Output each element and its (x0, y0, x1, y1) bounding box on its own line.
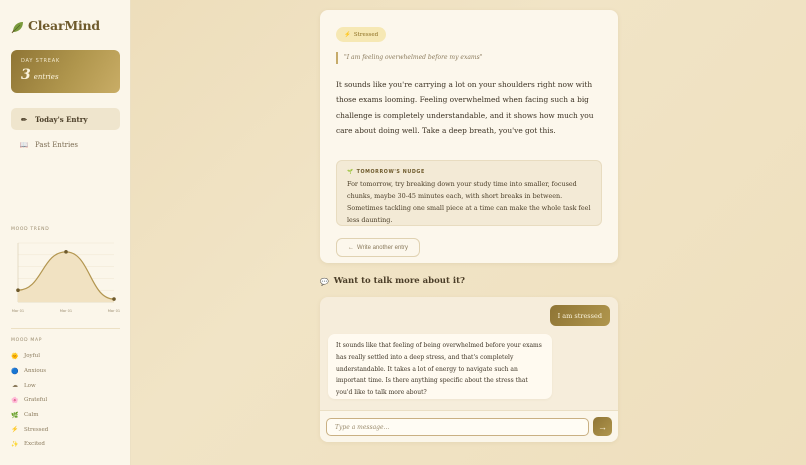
flower-icon: 🌸 (11, 396, 19, 404)
chart-point (64, 250, 68, 254)
lightning-icon: ⚡ (11, 426, 19, 434)
mood-item-low: ☁ Low (12, 382, 36, 390)
assistant-message: It sounds like that feeling of being ove… (328, 334, 552, 399)
mood-badge: ⚡ Stressed (336, 27, 387, 42)
tomorrow-nudge: 🌱 TOMORROW'S NUDGE For tomorrow, try bre… (336, 160, 602, 226)
nav-label: Today's Entry (35, 114, 88, 124)
arrow-right-icon: → (598, 421, 607, 432)
ai-response: It sounds like you're carrying a lot on … (336, 80, 594, 136)
write-another-entry-button[interactable]: ← Write another entry (336, 238, 420, 257)
leaf-icon (11, 19, 24, 33)
user-message: I am stressed (549, 305, 610, 326)
sparkle-icon: ✨ (11, 440, 19, 448)
mood-item-calm: 🌿 Calm (11, 411, 39, 419)
chart-area (18, 251, 114, 302)
streak-value: 3 (21, 67, 31, 83)
nav-label: Past Entries (35, 141, 78, 149)
sidebar: ClearMind DAY STREAK 3 entries ✏ Today's… (0, 0, 131, 465)
chart-tick-label: Mar 01 (12, 309, 24, 313)
mood-map-label: MOOD MAP (11, 338, 43, 343)
entry-response-card: ⚡ Stressed "I am feeling overwhelmed bef… (320, 10, 618, 263)
pencil-icon: ✏ (21, 114, 27, 124)
nav-todays-entry[interactable]: ✏ Today's Entry (11, 108, 120, 130)
mood-item-grateful: 🌸 Grateful (11, 396, 48, 404)
app-name: ClearMind (28, 18, 100, 33)
message-input[interactable] (326, 418, 589, 436)
sun-icon: 🌞 (11, 352, 19, 360)
mood-item-anxious: 🔵 Anxious (11, 367, 47, 375)
arrow-left-icon: ← (348, 244, 355, 251)
chart-point (112, 297, 116, 301)
streak-card: DAY STREAK 3 entries (11, 50, 120, 93)
mood-trend-label: MOOD TREND (11, 227, 50, 232)
streak-label: DAY STREAK (21, 58, 60, 64)
chat-input-row: → (320, 410, 618, 442)
sprout-icon: 🌱 (347, 170, 354, 175)
chart-tick-label: Mar 01 (108, 309, 120, 313)
nudge-body: For tomorrow, try breaking down your stu… (347, 180, 591, 224)
entry-quote: "I am feeling overwhelmed before my exam… (336, 52, 482, 64)
mood-item-excited: ✨ Excited (11, 440, 45, 448)
chart-tick-label: Mar 01 (60, 309, 72, 313)
brand[interactable]: ClearMind (11, 18, 100, 33)
book-icon: 📖 (19, 141, 29, 149)
mood-item-joyful: 🌞 Joyful (11, 352, 40, 360)
send-button[interactable]: → (593, 417, 612, 436)
chat-panel: I am stressed It sounds like that feelin… (320, 297, 618, 442)
speech-bubble-icon: 💬 (320, 276, 329, 286)
nav-past-entries[interactable]: 📖 Past Entries (11, 134, 120, 156)
mood-trend-chart: Mar 01 Mar 01 Mar 01 (11, 237, 121, 315)
chat-heading: 💬 Want to talk more about it? (320, 276, 465, 286)
chart-point (16, 288, 20, 292)
leaf-icon: 🌿 (11, 411, 19, 419)
mood-badge-label: Stressed (353, 31, 379, 38)
mood-map-list: 🌞 Joyful 🔵 Anxious ☁ Low 🌸 Grateful 🌿 Ca… (11, 349, 48, 452)
lightning-icon: ⚡ (344, 31, 351, 38)
cloud-icon: ☁ (12, 382, 18, 390)
nudge-title: TOMORROW'S NUDGE (356, 170, 425, 175)
sidebar-divider (11, 328, 120, 329)
mood-item-stressed: ⚡ Stressed (11, 426, 49, 434)
another-button-label: Write another entry (357, 244, 408, 251)
streak-unit: entries (33, 73, 59, 81)
blue-dot-icon: 🔵 (11, 367, 19, 375)
